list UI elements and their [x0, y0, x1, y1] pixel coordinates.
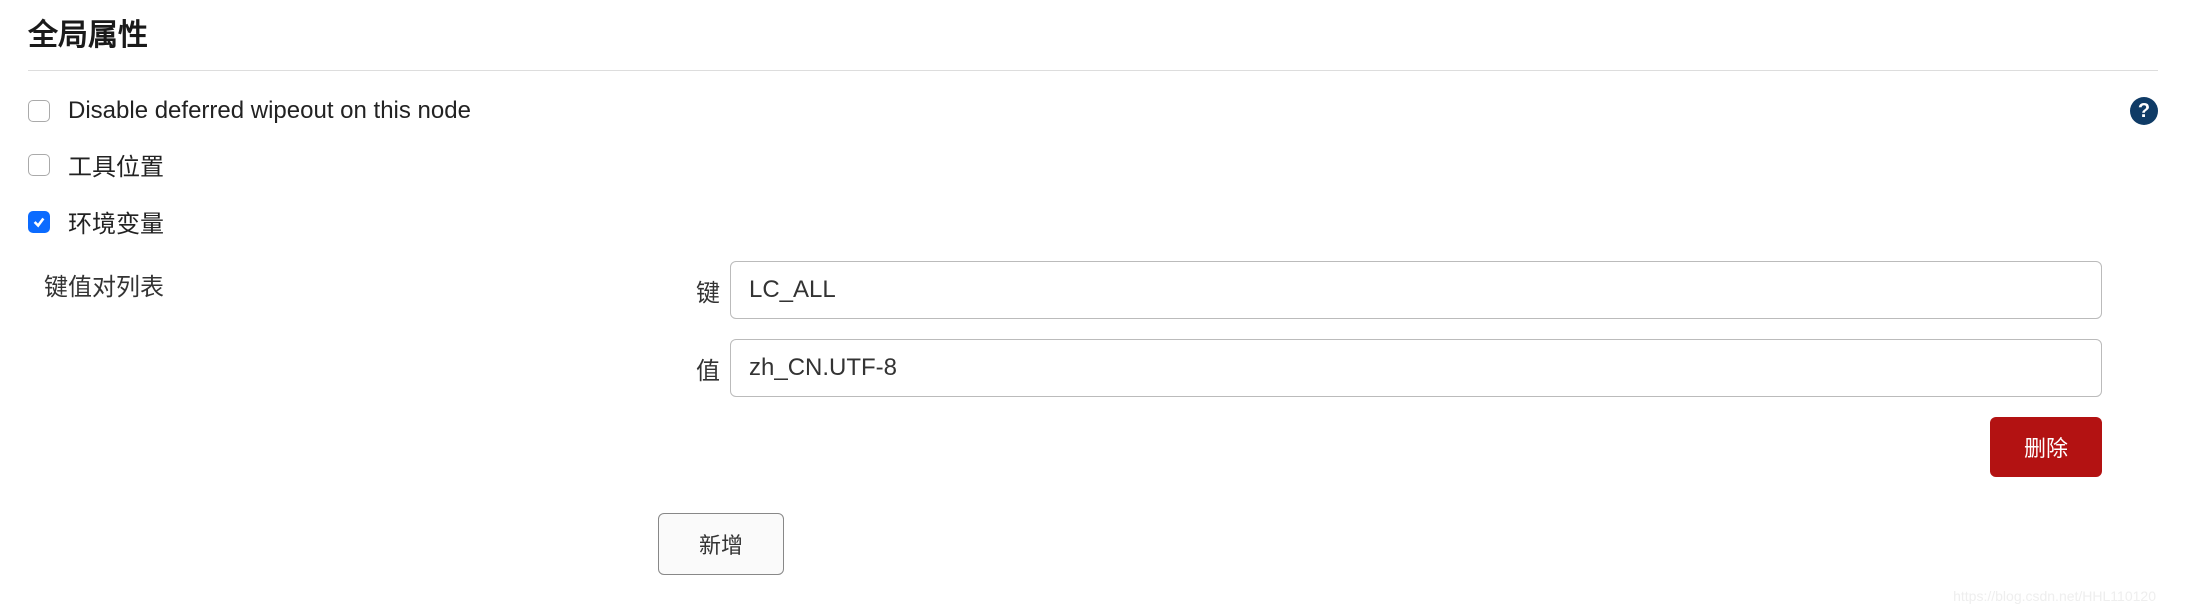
delete-button-row: 删除	[684, 417, 2102, 477]
section-title: 全局属性	[28, 10, 2158, 71]
kv-value-input[interactable]	[730, 339, 2102, 397]
help-icon[interactable]: ?	[2130, 97, 2158, 125]
kv-key-input[interactable]	[730, 261, 2102, 319]
env-vars-label: 环境变量	[68, 204, 164, 239]
disable-wipeout-checkbox[interactable]	[28, 100, 50, 122]
add-button-row: 新增	[658, 513, 2158, 575]
kv-key-row: 键	[684, 261, 2102, 319]
tool-location-label: 工具位置	[68, 147, 164, 182]
kv-key-label: 键	[684, 273, 720, 308]
kv-value-label: 值	[684, 351, 720, 386]
watermark: https://blog.csdn.net/HHL110120	[1953, 588, 2156, 604]
delete-button[interactable]: 删除	[1990, 417, 2102, 477]
option-tool-location-row: 工具位置	[28, 147, 2158, 182]
tool-location-checkbox[interactable]	[28, 154, 50, 176]
add-button[interactable]: 新增	[658, 513, 784, 575]
option-disable-wipeout-row: Disable deferred wipeout on this node ?	[28, 97, 2158, 125]
kv-section: 键值对列表 键 值 删除 ?	[28, 261, 2158, 477]
kv-value-row: 值	[684, 339, 2102, 397]
disable-wipeout-label: Disable deferred wipeout on this node	[68, 97, 471, 125]
kv-right-panel: 键 值 删除 ?	[684, 261, 2158, 477]
kv-list-label: 键值对列表	[44, 261, 684, 302]
env-vars-checkbox[interactable]	[28, 211, 50, 233]
option-env-vars-row: 环境变量	[28, 204, 2158, 239]
